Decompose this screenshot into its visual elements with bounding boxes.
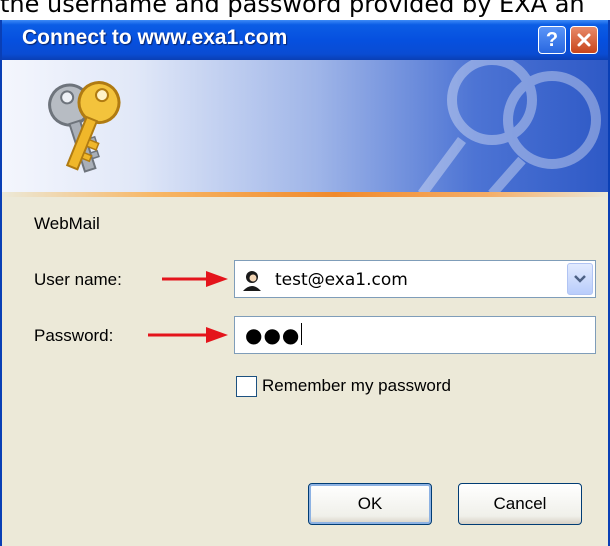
cancel-button-label: Cancel: [493, 494, 547, 513]
banner-divider: [2, 192, 608, 197]
close-button[interactable]: [570, 26, 598, 54]
arrow-pointer-icon: [148, 327, 228, 343]
page-caption: the username and password provided by EX…: [0, 0, 585, 18]
connect-dialog: Connect to www.exa1.com ? WebMail User n…: [0, 20, 610, 546]
dialog-banner: [2, 60, 608, 194]
user-avatar-icon: [243, 271, 261, 291]
username-value[interactable]: test@exa1.com: [275, 270, 408, 290]
keys-watermark-icon: [417, 60, 601, 194]
password-mask: ●●●: [245, 323, 301, 347]
username-dropdown-button[interactable]: [567, 263, 593, 295]
chevron-down-icon: [574, 275, 586, 283]
username-label: User name:: [34, 270, 122, 289]
remember-password-label[interactable]: Remember my password: [262, 376, 451, 396]
password-value[interactable]: ●●●: [245, 323, 303, 347]
realm-label: WebMail: [34, 214, 100, 233]
username-combobox[interactable]: test@exa1.com: [234, 260, 596, 298]
password-label: Password:: [34, 326, 114, 345]
cancel-button[interactable]: Cancel: [458, 483, 582, 525]
keys-icon: [48, 81, 121, 173]
ok-button-label: OK: [357, 494, 383, 513]
help-button[interactable]: ?: [538, 26, 566, 54]
text-caret: [301, 323, 303, 345]
close-icon: [577, 33, 591, 47]
help-icon: ?: [545, 28, 559, 51]
dialog-title: Connect to www.exa1.com: [22, 26, 288, 49]
title-bar[interactable]: Connect to www.exa1.com ?: [2, 20, 608, 60]
password-field[interactable]: ●●●: [234, 316, 596, 354]
ok-button[interactable]: OK: [308, 483, 432, 525]
remember-password-checkbox[interactable]: [236, 376, 257, 397]
arrow-pointer-icon: [162, 271, 228, 287]
